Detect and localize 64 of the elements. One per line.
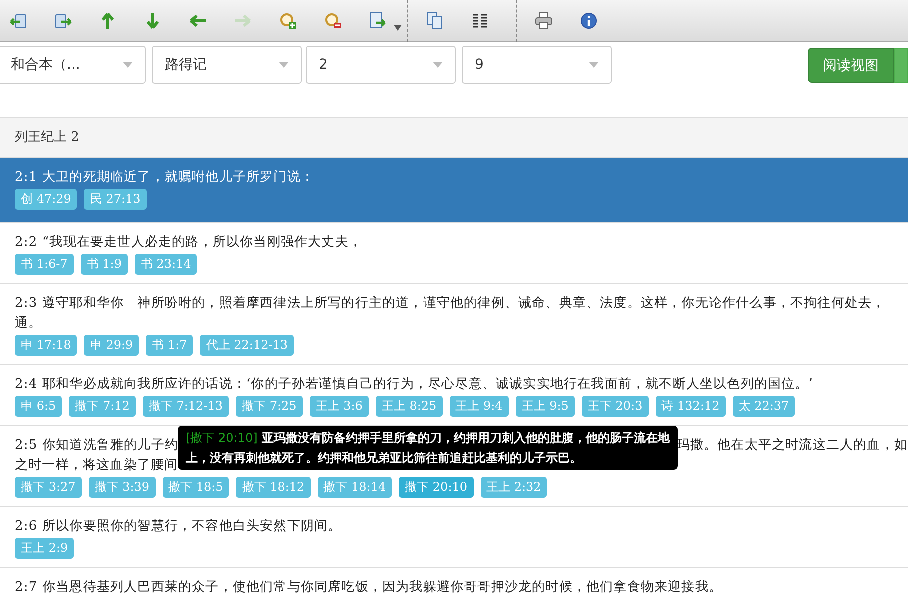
verse-row[interactable]: 2:5 你知道洗鲁雅的儿子约 玛撒。他在太平之时流这二人的血，如 之时一样，将这血染了腰间 撒下 3:27 撒下 3:39 撒下 18:5 撒下 18:12 撒下 18:14 撒下 20:10 王上 2:32 [撒下 20:10] 亚玛撒没有防备约押手里所拿的刀，约押用刀刺入他的肚腹，他的肠子流在地上，没有再刺他就死了。约押和他兄弟亚比筛往前追赶比基利的儿子示巴。 — [0, 426, 908, 507]
reference-tag[interactable]: 撒下 18:5 — [162, 477, 230, 498]
reference-tag[interactable]: 王上 2:9 — [15, 538, 74, 559]
reference-tag[interactable]: 诗 132:12 — [656, 396, 726, 417]
reference-tag[interactable]: 书 1:9 — [80, 254, 128, 275]
reference-tag[interactable]: 书 23:14 — [134, 254, 198, 275]
reference-tag[interactable]: 撒下 20:10 — [399, 477, 474, 498]
verse-row[interactable]: 2:2 “我现在要走世人必走的路，所以你当刚强作大丈夫， 书 1:6-7 书 1:9 书 23:14 — [0, 223, 908, 284]
verse-text: 2:6 所以你要照你的智慧行，不容他白头安然下阴间。 — [15, 518, 342, 536]
reference-tag[interactable]: 王上 9:4 — [450, 396, 509, 417]
reference-tag[interactable]: 王上 9:5 — [516, 396, 575, 417]
reference-tag[interactable]: 撒下 7:12 — [69, 396, 136, 417]
verse-row[interactable]: 2:1 大卫的死期临近了，就嘱咐他儿子所罗门说： 创 47:29 民 27:13 — [0, 158, 908, 223]
dropdown[interactable]: 路得记 — [152, 46, 302, 84]
verse-text: 2:3 遵守耶和华你 神所吩咐的，照着摩西律法上所写的行主的道，谨守他的律例、诫命、典章、法度。这样，你无论作什么事，不拘往何处去， — [15, 295, 886, 313]
reference-tag[interactable]: 撒下 7:12-13 — [142, 396, 229, 417]
reference-tag[interactable]: 王上 8:25 — [376, 396, 443, 417]
verse-text: 2:2 “我现在要走世人必走的路，所以你当刚强作大丈夫， — [15, 234, 362, 252]
verse-text: 2:4 耶和华必成就向我所应许的话说：‘你的子孙若谨慎自己的行为，尽心尽意、诚诚实实地行在我面前，就不断人坐以色列的国位。’ — [15, 376, 814, 394]
reference-tag[interactable]: 太 22:37 — [732, 396, 796, 417]
reference-tag[interactable]: 王上 3:6 — [310, 396, 369, 417]
arrow-down-icon[interactable] — [144, 12, 162, 30]
reference-tag[interactable]: 撒下 7:25 — [236, 396, 303, 417]
reference-tag[interactable]: 书 1:6-7 — [15, 254, 74, 275]
dropdown[interactable]: 9 — [462, 46, 612, 84]
reference-tag[interactable]: 代上 22:12-13 — [200, 335, 294, 356]
dropdown[interactable]: 2 — [306, 46, 456, 84]
reference-tag[interactable]: 撒下 18:14 — [318, 477, 392, 498]
chapter-title: 列王纪上 2 — [0, 118, 908, 158]
book-arrow-icon[interactable] — [9, 12, 27, 30]
reference-tag[interactable]: 王上 2:32 — [480, 477, 548, 498]
verse-text: 通。 — [15, 315, 42, 333]
verse-text: 之时一样，将这血染了腰间 — [15, 457, 178, 475]
verse-text: 玛撒。他在太平之时流这二人的血，如 — [676, 437, 908, 455]
printer-icon[interactable] — [535, 12, 553, 30]
reference-tag[interactable]: 撒下 3:27 — [15, 477, 82, 498]
reference-tag[interactable]: 创 47:29 — [15, 189, 78, 210]
columns-icon[interactable] — [471, 12, 489, 30]
verse-text: 2:1 大卫的死期临近了，就嘱咐他儿子所罗门说： — [15, 169, 314, 187]
verse-text: 2:7 你当恩待基列人巴西莱的众子，使他们常与你同席吃饭，因为我躲避你哥哥押沙龙的时候，他们拿食物来迎接我。 — [15, 579, 722, 597]
caret-icon[interactable] — [394, 24, 402, 30]
info-icon[interactable] — [580, 12, 598, 30]
verse-text: 2:5 你知道洗鲁雅的儿子约 — [15, 437, 178, 455]
verse-row[interactable]: 2:4 耶和华必成就向我所应许的话说：‘你的子孙若谨慎自己的行为，尽心尽意、诚诚实实地行在我面前，就不断人坐以色列的国位。’ 申 6:5 撒下 7:12 撒下 7:12-13 撒下 7:25 王上 3:6 王上 8:25 王上 9:4 王上 9:5 王下 20:3 诗 132:12 太 22:37 — [0, 365, 908, 426]
reference-tag[interactable]: 撒下 3:39 — [88, 477, 156, 498]
verse-row[interactable]: 2:6 所以你要照你的智慧行，不容他白头安然下阴间。 王上 2:9 — [0, 507, 908, 568]
tooltip: [撒下 20:10] 亚玛撒没有防备约押手里所拿的刀，约押用刀刺入他的肚腹，他的肠子流在地上，没有再刺他就死了。约押和他兄弟亚比筛往前追赶比基利的儿子示巴。 — [178, 426, 678, 470]
arrow-up-icon[interactable] — [99, 12, 117, 30]
verse-row[interactable]: 2:3 遵守耶和华你 神所吩咐的，照着摩西律法上所写的行主的道，谨守他的律例、诫命、典章、法度。这样，你无论作什么事，不拘往何处去， 通。 申 17:18 申 29:9 书 1:7 代上 22:12-13 — [0, 284, 908, 365]
reference-tag[interactable]: 民 27:13 — [84, 189, 147, 210]
book-arrow-icon[interactable] — [54, 12, 72, 30]
zoom-in-icon[interactable] — [279, 12, 297, 30]
reference-tag[interactable]: 王下 20:3 — [582, 396, 649, 417]
document-arrow-icon[interactable] — [369, 12, 387, 30]
reference-tag[interactable]: 书 1:7 — [146, 335, 194, 356]
dropdown[interactable]: 和合本（... — [0, 46, 146, 84]
reading-view-button[interactable]: 阅读视图 — [808, 48, 894, 83]
reference-tag[interactable]: 申 17:18 — [15, 335, 78, 356]
verse-row[interactable]: 2:7 你当恩待基列人巴西莱的众子，使他们常与你同席吃饭，因为我躲避你哥哥押沙龙的时候，他们拿食物来迎接我。 — [0, 568, 908, 601]
reference-tag[interactable]: 申 6:5 — [15, 396, 62, 417]
zoom-out-icon[interactable] — [324, 12, 342, 30]
reference-tag[interactable]: 撒下 18:12 — [236, 477, 311, 498]
copy-icon[interactable] — [426, 12, 444, 30]
reference-tag[interactable]: 申 29:9 — [84, 335, 140, 356]
